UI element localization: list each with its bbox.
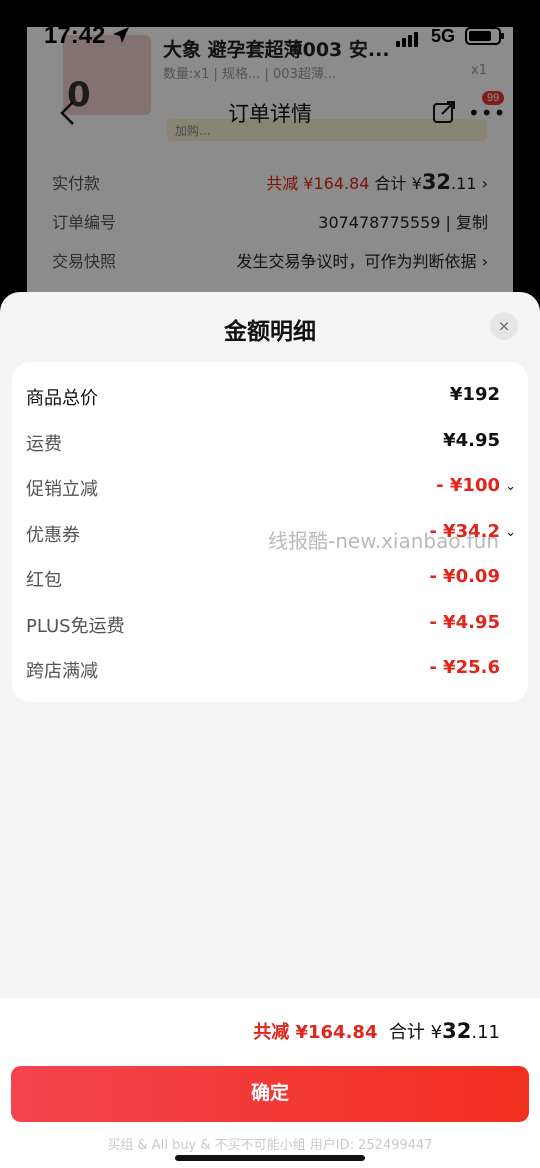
footer-note: 买组 & All buy & 不买不可能小组 用户ID: 252499447 [107,1138,433,1153]
amount-row: 运费 ¥4.95 [12,422,528,462]
amount-detail-sheet: 金额明细 × 商品总价 ¥192 运费 ¥4.95 促销立减 - ¥100 ⌄ … [0,292,540,1168]
watermark-text: 线报酷-new.xianbao.fun [268,529,499,553]
row-label: 跨店满减 [26,661,98,682]
total-decimal: .11 [471,1022,500,1043]
row-label: 优惠券 [26,525,80,546]
row-amount: - ¥25.6 [429,657,500,678]
total-discount: 共减 ¥164.84 [253,1022,378,1043]
sheet-footer: 共减 ¥164.84 合计 ¥32.11 确定 买组 & All buy & 不… [0,998,540,1168]
total-prefix: 合计 ¥ [388,1022,443,1043]
row-label: PLUS免运费 [26,616,125,637]
total-main: 32 [442,1019,472,1043]
sheet-title: 金额明细 [224,319,316,345]
amount-row: 红包 - ¥0.09 [12,558,528,598]
dim-overlay[interactable] [0,0,540,320]
row-amount: - ¥4.95 [429,612,500,633]
amount-row: 跨店满减 - ¥25.6 [12,649,528,689]
home-indicator[interactable] [175,1155,365,1161]
row-label: 运费 [26,434,62,455]
row-amount: - ¥0.09 [429,566,500,587]
row-amount: ¥4.95 [443,430,500,451]
confirm-button[interactable]: 确定 [11,1066,529,1122]
chevron-down-icon: ⌄ [505,479,516,494]
total-summary: 共减 ¥164.84 合计 ¥32.11 [253,1018,500,1044]
row-label: 商品总价 [26,388,98,409]
close-button[interactable]: × [490,312,518,340]
row-amount: ¥192 [449,384,500,405]
row-label: 红包 [26,570,62,591]
chevron-down-icon: ⌄ [505,525,516,540]
amount-row: 商品总价 ¥192 [12,376,528,416]
row-label: 促销立减 [26,479,98,500]
amount-row: PLUS免运费 - ¥4.95 [12,604,528,644]
amount-row-expandable[interactable]: 促销立减 - ¥100 ⌄ [12,467,528,507]
row-amount: - ¥100 [436,475,500,496]
